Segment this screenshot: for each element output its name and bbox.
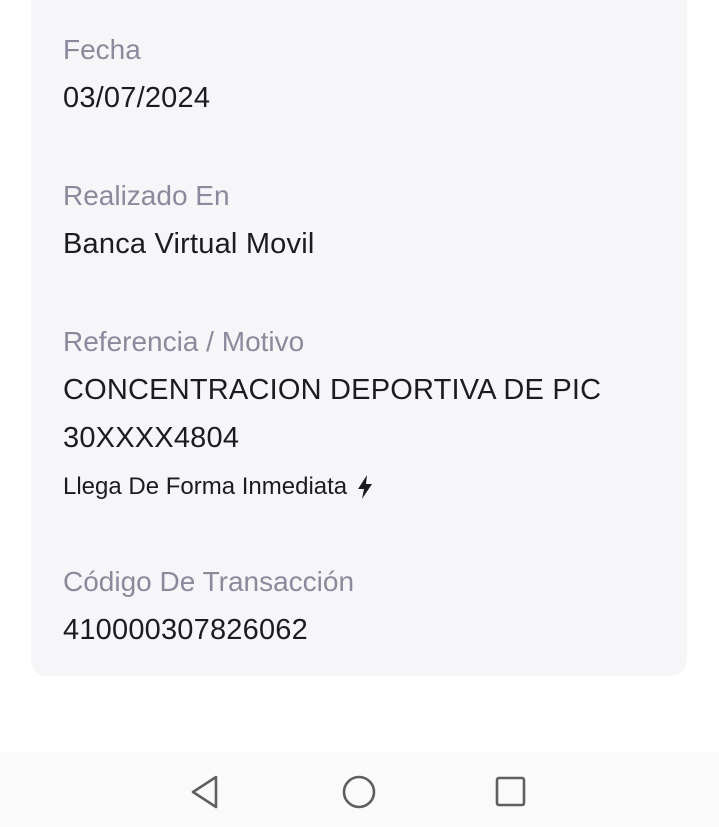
system-navigation-bar (0, 752, 719, 827)
realizado-en-value: Banca Virtual Movil (63, 228, 315, 260)
home-circle-icon (342, 775, 376, 809)
realizado-en-label: Realizado En (63, 180, 230, 211)
referencia-label: Referencia / Motivo (63, 326, 305, 357)
codigo-label: Código De Transacción (63, 566, 355, 597)
lightning-bolt-icon (358, 475, 373, 499)
back-button[interactable] (186, 774, 222, 810)
delivery-note-text: Llega De Forma Inmediata (63, 473, 348, 500)
referencia-value-line1: CONCENTRACION DEPORTIVA DE PIC (63, 374, 602, 406)
home-button[interactable] (341, 774, 377, 810)
recents-square-icon (495, 776, 526, 807)
back-triangle-icon (191, 775, 218, 809)
fecha-label: Fecha (63, 34, 141, 65)
recents-button[interactable] (493, 774, 529, 810)
delivery-note: Llega De Forma Inmediata (63, 472, 373, 502)
fecha-value: 03/07/2024 (63, 82, 211, 114)
codigo-value: 410000307826062 (63, 614, 308, 646)
referencia-value-line2: 30XXXX4804 (63, 422, 240, 454)
